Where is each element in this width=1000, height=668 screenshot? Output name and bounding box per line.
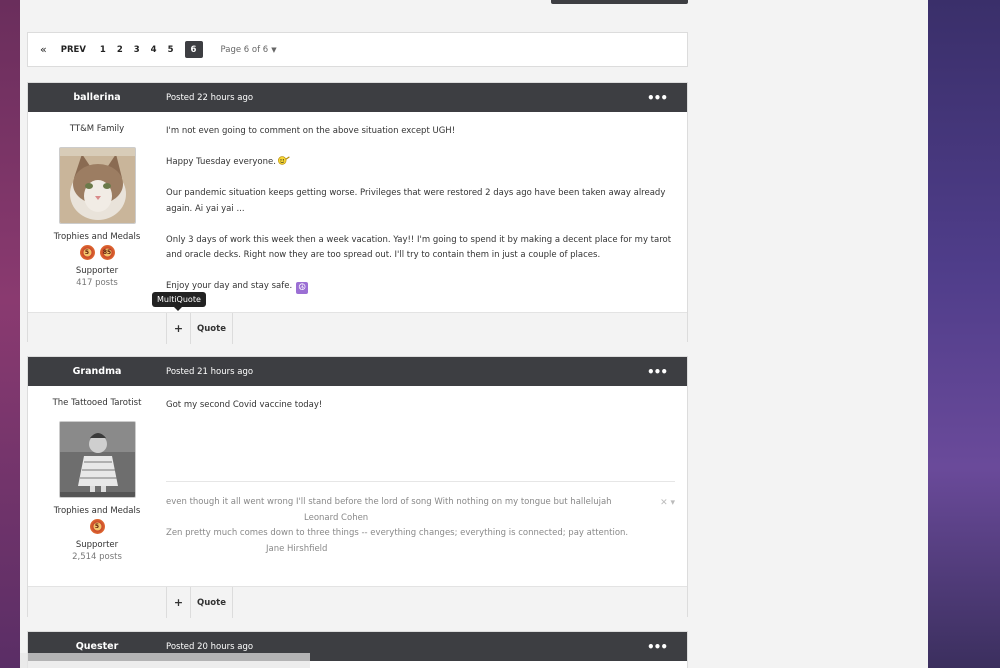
page-link-5[interactable]: 5: [168, 45, 174, 55]
bottom-overlay: [20, 653, 310, 668]
post-header: Grandma Posted 21 hours ago •••: [28, 357, 687, 386]
post-author[interactable]: ballerina: [28, 92, 166, 103]
smiley-emoji-icon: [277, 156, 290, 165]
trophies-label[interactable]: Trophies and Medals: [28, 232, 166, 242]
first-page-icon[interactable]: «: [40, 43, 47, 56]
post-paragraph: Enjoy your day and stay safe. ☮: [166, 279, 675, 295]
signature: even though it all went wrong I'll stand…: [166, 481, 675, 557]
post-count: 417 posts: [76, 278, 118, 288]
quote-button[interactable]: Quote: [191, 313, 233, 344]
multiquote-button[interactable]: +: [166, 587, 191, 618]
quote-button[interactable]: Quote: [191, 587, 233, 618]
member-group: Supporter: [75, 266, 119, 276]
post-count: 2,514 posts: [72, 552, 122, 562]
post-body: TT&M Family Trophies and Medals 5 85 Sup…: [28, 112, 687, 312]
post-header: ballerina Posted 22 hours ago •••: [28, 83, 687, 112]
top-button[interactable]: [551, 0, 688, 4]
signature-line: even though it all went wrong I'll stand…: [166, 497, 612, 507]
post-grandma: Grandma Posted 21 hours ago ••• The Tatt…: [27, 356, 688, 618]
medal-icon[interactable]: 5: [89, 519, 105, 534]
author-sidebar: The Tattooed Tarotist Trophies and Medal…: [28, 386, 166, 586]
post-date[interactable]: Posted 20 hours ago: [166, 642, 253, 652]
post-paragraph: I'm not even going to comment on the abo…: [166, 126, 456, 136]
page-link-2[interactable]: 2: [117, 45, 123, 55]
post-date[interactable]: Posted 21 hours ago: [166, 367, 253, 377]
page-link-3[interactable]: 3: [134, 45, 140, 55]
pagination: « PREV 1 2 3 4 5 6 Page 6 of 6 ▼: [27, 32, 688, 67]
post-paragraph-text: Enjoy your day and stay safe.: [166, 281, 293, 291]
post-paragraph: Got my second Covid vaccine today!: [166, 400, 323, 410]
post-paragraph: Happy Tuesday everyone.: [166, 155, 675, 171]
trophies-label[interactable]: Trophies and Medals: [28, 506, 166, 516]
current-page: 6: [184, 41, 203, 58]
post-footer: + Quote: [28, 312, 687, 344]
member-title: TT&M Family: [69, 124, 125, 134]
more-options-icon[interactable]: •••: [647, 640, 668, 654]
member-title: The Tattooed Tarotist: [52, 398, 142, 408]
prev-page-link[interactable]: PREV: [61, 45, 86, 55]
member-group: Supporter: [75, 540, 119, 550]
post-paragraph: Only 3 days of work this week then a wee…: [166, 234, 672, 261]
more-options-icon[interactable]: •••: [647, 365, 668, 379]
post-author[interactable]: Grandma: [28, 366, 166, 377]
post-date[interactable]: Posted 22 hours ago: [166, 93, 253, 103]
post-footer: + Quote: [28, 586, 687, 618]
more-options-icon[interactable]: •••: [647, 91, 668, 105]
background-left: [0, 0, 20, 668]
post-paragraph: Our pandemic situation keeps getting wor…: [166, 188, 666, 214]
multiquote-button[interactable]: +: [166, 313, 191, 344]
author-sidebar: TT&M Family Trophies and Medals 5 85 Sup…: [28, 112, 166, 312]
signature-line: Leonard Cohen: [304, 512, 369, 523]
page-of-dropdown[interactable]: Page 6 of 6 ▼: [221, 45, 289, 55]
signature-line: Zen pretty much comes down to three thin…: [166, 528, 629, 538]
medal-icon[interactable]: 5: [79, 245, 95, 260]
multiquote-tooltip: MultiQuote: [152, 292, 206, 311]
post-ballerina: ballerina Posted 22 hours ago ••• TT&M F…: [27, 82, 688, 344]
post-paragraph-text: Happy Tuesday everyone.: [166, 157, 276, 167]
post-content: I'm not even going to comment on the abo…: [166, 112, 687, 312]
close-signature-icon[interactable]: ✕ ▾: [660, 496, 675, 512]
post-body: The Tattooed Tarotist Trophies and Medal…: [28, 386, 687, 586]
background-right: [928, 0, 1000, 668]
signature-line: Jane Hirshfield: [266, 543, 328, 554]
page-link-1[interactable]: 1: [100, 45, 106, 55]
page-link-4[interactable]: 4: [151, 45, 157, 55]
medals: 5 85: [28, 245, 166, 260]
peace-emoji-icon: ☮: [296, 282, 309, 294]
page-of-label: Page 6 of 6: [220, 44, 269, 55]
post-author[interactable]: Quester: [28, 641, 166, 652]
avatar[interactable]: [58, 421, 136, 498]
medal-icon[interactable]: 85: [99, 245, 115, 260]
avatar[interactable]: [58, 147, 136, 224]
chevron-down-icon: ▼: [271, 45, 277, 54]
medals: 5: [28, 519, 166, 534]
